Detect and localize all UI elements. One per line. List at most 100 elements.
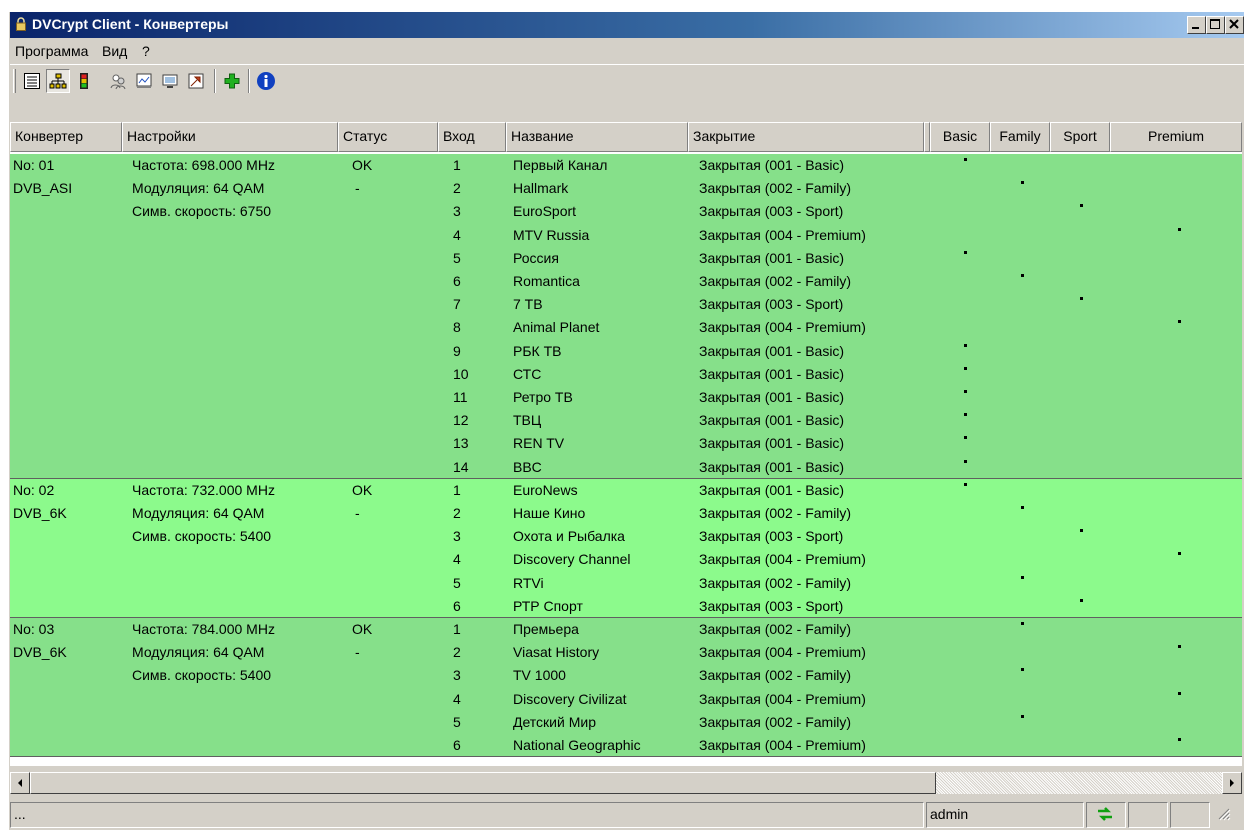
channel-name[interactable]: National Geographic [513,734,641,757]
package-marker[interactable] [1021,714,1024,718]
status-button[interactable] [72,69,96,93]
converter-group[interactable]: No: 03 DVB_6K Частота: 784.000 MHz Модуляци… [10,618,1242,758]
package-marker[interactable] [1021,668,1024,672]
close-icon [1229,19,1239,29]
package-marker[interactable] [1178,738,1181,741]
channel-name[interactable]: RTVi [513,572,544,595]
scroll-left-button[interactable] [10,772,30,794]
channel-name[interactable]: Детский Мир [513,711,596,734]
tree-view-button[interactable] [46,69,70,93]
package-marker[interactable] [964,413,967,417]
menu-program[interactable]: Программа [15,43,88,59]
package-marker[interactable] [1178,320,1181,324]
channel-name[interactable]: REN TV [513,432,564,455]
column-header-input[interactable]: Вход [438,122,506,152]
channel-name[interactable]: Discovery Civilizat [513,688,627,711]
channel-name[interactable]: EuroNews [513,479,578,502]
size-grip[interactable] [1212,802,1242,828]
channel-closing: Закрытая (004 - Premium) [699,319,866,336]
channel-closing: Закрытая (001 - Basic) [699,157,845,173]
converter-group[interactable]: No: 02 DVB_6K Частота: 732.000 MHz Модуляци… [10,478,1242,618]
package-marker[interactable] [1080,598,1083,602]
channel-closing: Закрытая (004 - Premium) [699,690,866,707]
column-header-status[interactable]: Статус [338,122,438,152]
package-marker[interactable] [1021,575,1024,579]
channel-name[interactable]: BBC [513,456,542,479]
maximize-button[interactable] [1206,16,1225,34]
package-marker[interactable] [1080,529,1083,533]
scroll-track[interactable] [936,772,1222,794]
column-header-basic[interactable]: Basic [930,122,990,152]
cards-button[interactable] [158,69,182,93]
package-marker[interactable] [1178,227,1181,231]
package-marker[interactable] [1021,274,1024,277]
package-marker[interactable] [1178,552,1181,556]
cards-icon [162,74,178,88]
menu-view[interactable]: Вид [102,43,127,59]
channel-name[interactable]: TV 1000 [513,664,566,687]
horizontal-scrollbar[interactable] [10,772,1242,794]
column-header-converter[interactable]: Конвертер [10,122,122,152]
channel-name[interactable]: Россия [513,247,559,270]
channel-name[interactable]: Премьера [513,618,579,641]
list-view-button[interactable] [20,69,44,93]
package-marker[interactable] [1021,622,1024,625]
channel-name[interactable]: СТС [513,363,541,386]
menu-help[interactable]: ? [142,43,150,59]
channel-name[interactable]: Animal Planet [513,316,599,339]
channel-name[interactable]: Охота и Рыбалка [513,525,625,548]
column-header-family[interactable]: Family [990,122,1050,152]
scroll-right-button[interactable] [1222,772,1242,794]
channel-name[interactable]: Первый Канал [513,154,607,177]
info-button[interactable] [254,69,278,93]
channel-input: 5 [453,713,461,730]
column-header-premium[interactable]: Premium [1110,122,1242,152]
channel-name[interactable]: Ретро ТВ [513,386,573,409]
package-marker[interactable] [964,343,967,347]
status-user: admin [926,802,1084,828]
package-marker[interactable] [1178,645,1181,649]
channel-name[interactable]: MTV Russia [513,224,589,247]
channel-name[interactable]: Hallmark [513,177,568,200]
channel-name[interactable]: РБК ТВ [513,340,561,363]
users-button[interactable] [106,69,130,93]
toolbar-grip[interactable] [13,69,16,93]
package-marker[interactable] [1178,691,1181,695]
close-button[interactable] [1225,16,1244,34]
package-marker[interactable] [964,390,967,393]
add-button[interactable] [220,69,244,93]
packages-button[interactable] [132,69,156,93]
channel-name[interactable]: Viasat History [513,641,599,664]
minimize-button[interactable] [1187,16,1206,34]
scroll-thumb[interactable] [30,772,936,794]
column-header-name[interactable]: Название [506,122,688,152]
package-marker[interactable] [1080,297,1083,301]
package-marker[interactable] [964,482,967,486]
converter-number: No: 01 [13,157,55,173]
tools-button[interactable] [184,69,208,93]
package-marker[interactable] [1021,505,1024,509]
channel-name[interactable]: Наше Кино [513,502,585,525]
channel-closing: Закрытая (002 - Family) [699,574,852,591]
package-marker[interactable] [964,158,967,161]
package-marker[interactable] [964,436,967,440]
package-marker[interactable] [1080,204,1083,208]
channel-name[interactable]: Romantica [513,270,580,293]
channel-name[interactable]: ТВЦ [513,409,541,432]
column-header-closing[interactable]: Закрытие [688,122,924,152]
package-marker[interactable] [964,459,967,463]
title-bar[interactable]: DVCrypt Client - Конвертеры [10,12,1244,38]
channel-name[interactable]: 7 ТВ [513,293,543,316]
channel-name[interactable]: РТР Спорт [513,595,583,618]
column-header-sport[interactable]: Sport [1050,122,1110,152]
package-marker[interactable] [964,366,967,370]
connection-icon [1096,806,1114,822]
channel-name[interactable]: Discovery Channel [513,548,631,571]
package-marker[interactable] [1021,181,1024,185]
converter-group[interactable]: No: 01 DVB_ASI Частота: 698.000 MHz Модуляц… [10,154,1242,479]
package-marker[interactable] [964,250,967,254]
channel-closing: Закрытая (004 - Premium) [699,737,866,753]
channel-name[interactable]: EuroSport [513,200,576,223]
tools-icon [188,73,204,89]
column-header-settings[interactable]: Настройки [122,122,338,152]
